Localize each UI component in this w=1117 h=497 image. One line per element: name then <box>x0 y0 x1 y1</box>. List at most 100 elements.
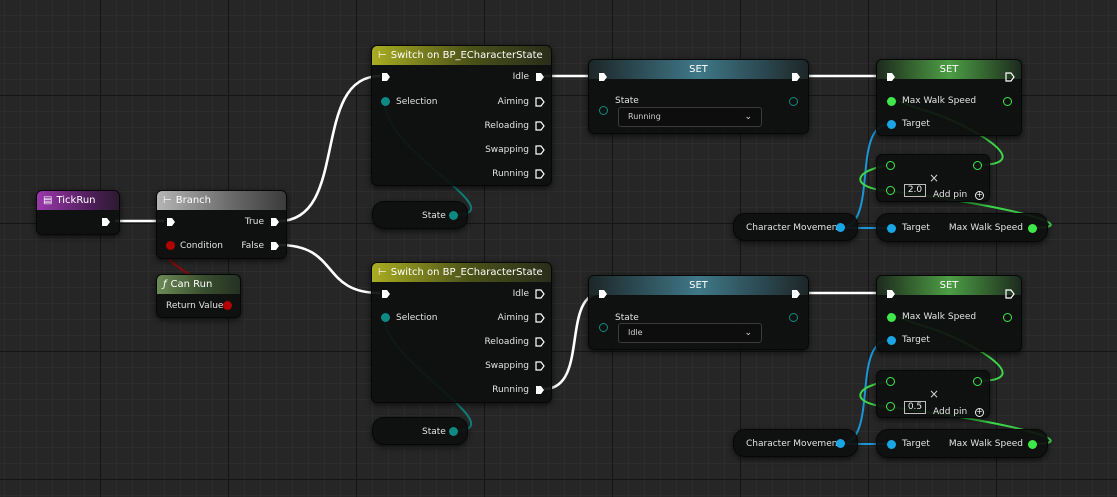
set-speed-bottom-exec-out[interactable] <box>1005 289 1015 299</box>
can-run-title: Can Run <box>170 279 213 290</box>
can-run-node[interactable]: ƒ Can Run Return Value <box>156 274 241 318</box>
character-movement-bottom[interactable]: Character Movement <box>733 429 858 457</box>
get-speed-top-target-label: Target <box>902 223 930 233</box>
set-state-node-bottom[interactable]: SET State Idle ⌄ <box>588 275 809 350</box>
get-speed-bottom-target-pin[interactable] <box>887 440 896 449</box>
true-exec-pin[interactable] <box>270 217 280 227</box>
exec-wire-false-switch-bottom[interactable] <box>278 243 381 295</box>
state-getter-top[interactable]: State <box>372 201 468 229</box>
switch-top-idle-pin[interactable] <box>535 72 545 82</box>
set-state-top-exec-in[interactable] <box>598 72 608 82</box>
switch-top-aiming-pin[interactable] <box>535 97 545 107</box>
set-speed-top-header: SET <box>877 60 1021 79</box>
get-speed-bottom-target-label: Target <box>902 439 930 449</box>
multiply-bottom-in-a-pin[interactable] <box>886 377 895 386</box>
tickrun-event-node[interactable]: ▤ TickRun <box>36 190 120 235</box>
chevron-down-icon: ⌄ <box>744 112 752 122</box>
set-state-node-top[interactable]: SET State Running ⌄ <box>588 59 809 134</box>
set-state-bottom-exec-in[interactable] <box>598 289 608 299</box>
add-pin-icon[interactable]: + <box>975 408 984 417</box>
switch-bottom-idle-pin[interactable] <box>535 289 545 299</box>
set-speed-top-value-label: Max Walk Speed <box>902 96 977 106</box>
switch-bottom-running-pin[interactable] <box>535 385 545 395</box>
exec-in-pin[interactable] <box>166 217 176 227</box>
branch-node[interactable]: ⊢ Branch True Condition False <box>156 190 287 259</box>
multiply-top-add-pin-label[interactable]: Add pin <box>933 189 967 201</box>
set-speed-bottom-exec-in[interactable] <box>886 289 896 299</box>
multiply-bottom-add-pin-label[interactable]: Add pin <box>933 406 967 418</box>
set-speed-bottom-target-pin[interactable] <box>887 336 896 345</box>
set-state-bottom-in-pin[interactable] <box>599 323 608 332</box>
branch-title: Branch <box>175 195 211 206</box>
multiply-top-in-b-pin[interactable] <box>886 186 895 195</box>
set-state-top-in-pin[interactable] <box>599 106 608 115</box>
set-speed-bottom-header: SET <box>877 276 1021 295</box>
exec-wire-true-switch-top[interactable] <box>278 74 381 223</box>
get-speed-top-target-pin[interactable] <box>887 224 896 233</box>
switch-bottom-running-label: Running <box>492 385 529 395</box>
branch-icon: ⊢ <box>163 195 172 206</box>
switch-top-running-label: Running <box>492 169 529 179</box>
set-speed-bottom-value-label: Max Walk Speed <box>902 312 977 322</box>
state-getter-bottom[interactable]: State <box>372 417 468 445</box>
set-state-bottom-out-pin[interactable] <box>789 313 798 322</box>
switch-node-top[interactable]: ⊢ Switch on BP_ECharacterState Selection … <box>371 45 552 186</box>
switch-top-title: Switch on BP_ECharacterState <box>390 50 543 61</box>
set-speed-top-exec-out[interactable] <box>1005 72 1015 82</box>
state-dropdown-bottom[interactable]: Idle ⌄ <box>618 323 762 343</box>
character-movement-top[interactable]: Character Movement <box>733 213 858 241</box>
switch-bottom-aiming-label: Aiming <box>497 313 529 323</box>
chevron-down-icon: ⌄ <box>744 328 752 338</box>
switch-bottom-exec-in-pin[interactable] <box>381 289 391 299</box>
get-speed-node-top[interactable]: Target Max Walk Speed <box>876 213 1048 242</box>
set-speed-bottom-value-pin[interactable] <box>887 313 896 322</box>
set-speed-top-exec-in[interactable] <box>886 72 896 82</box>
get-speed-bottom-value-pin[interactable] <box>1028 440 1037 449</box>
switch-bottom-reloading-pin[interactable] <box>535 337 545 347</box>
switch-top-swapping-label: Swapping <box>485 145 529 155</box>
switch-top-swapping-pin[interactable] <box>535 145 545 155</box>
set-speed-node-top[interactable]: SET Max Walk Speed Target <box>876 59 1022 136</box>
condition-label: Condition <box>180 241 223 251</box>
false-exec-pin[interactable] <box>270 241 280 251</box>
switch-top-exec-in-pin[interactable] <box>381 72 391 82</box>
multiply-node-top[interactable]: × 2.0 Add pin + <box>876 154 990 202</box>
multiply-node-bottom[interactable]: × 0.5 Add pin + <box>876 370 990 418</box>
set-state-top-exec-out[interactable] <box>791 72 801 82</box>
switch-top-running-pin[interactable] <box>535 169 545 179</box>
multiply-top-in-a-pin[interactable] <box>886 161 895 170</box>
switch-bottom-selection-pin[interactable] <box>381 313 390 322</box>
switch-bottom-selection-label: Selection <box>396 313 438 323</box>
set-state-bottom-exec-out[interactable] <box>791 289 801 299</box>
set-state-top-out-pin[interactable] <box>789 97 798 106</box>
multiply-bottom-in-b-pin[interactable] <box>886 402 895 411</box>
switch-node-bottom[interactable]: ⊢ Switch on BP_ECharacterState Selection … <box>371 262 552 403</box>
exec-out-pin[interactable] <box>101 217 111 227</box>
condition-pin[interactable] <box>166 241 175 250</box>
state-getter-bottom-pin[interactable] <box>449 427 458 436</box>
set-speed-bottom-out-pin[interactable] <box>1003 313 1012 322</box>
set-speed-top-target-pin[interactable] <box>887 120 896 129</box>
switch-top-reloading-pin[interactable] <box>535 121 545 131</box>
switch-bottom-aiming-pin[interactable] <box>535 313 545 323</box>
get-speed-top-value-pin[interactable] <box>1028 224 1037 233</box>
character-movement-top-pin[interactable] <box>836 223 845 232</box>
multiply-top-out-pin[interactable] <box>973 161 982 170</box>
character-movement-bottom-pin[interactable] <box>836 439 845 448</box>
state-getter-top-pin[interactable] <box>449 211 458 220</box>
return-value-pin[interactable] <box>223 301 232 310</box>
switch-bottom-swapping-pin[interactable] <box>535 361 545 371</box>
switch-icon: ⊢ <box>378 50 387 61</box>
set-speed-top-out-pin[interactable] <box>1003 97 1012 106</box>
get-speed-node-bottom[interactable]: Target Max Walk Speed <box>876 429 1048 458</box>
get-speed-bottom-value-label: Max Walk Speed <box>948 439 1023 449</box>
multiply-top-factor-input[interactable]: 2.0 <box>904 184 926 197</box>
switch-top-selection-pin[interactable] <box>381 97 390 106</box>
multiply-bottom-out-pin[interactable] <box>973 377 982 386</box>
false-label: False <box>241 241 264 251</box>
set-speed-top-value-pin[interactable] <box>887 97 896 106</box>
state-dropdown-top[interactable]: Running ⌄ <box>618 107 762 127</box>
multiply-bottom-factor-input[interactable]: 0.5 <box>904 401 926 414</box>
add-pin-icon[interactable]: + <box>975 191 984 200</box>
set-speed-node-bottom[interactable]: SET Max Walk Speed Target <box>876 275 1022 352</box>
